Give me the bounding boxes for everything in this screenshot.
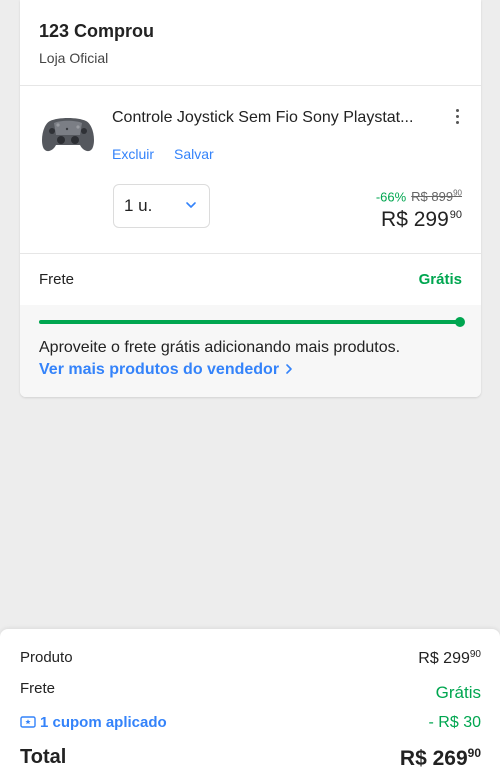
summary-shipping-label: Frete <box>20 680 56 697</box>
summary-product-label: Produto <box>20 649 73 666</box>
free-shipping-message: Aproveite o frete grátis adicionando mai… <box>39 339 401 356</box>
total-value: R$ 26990 <box>399 746 481 770</box>
coupon-link[interactable]: 1 cupom aplicado <box>20 714 167 731</box>
divider <box>20 85 481 86</box>
delete-button[interactable]: Excluir <box>112 146 154 162</box>
cart-card: 123 Comprou Loja Oficial Controle Joysti… <box>20 0 481 397</box>
product-image[interactable] <box>40 113 96 155</box>
free-shipping-banner: Aproveite o frete grátis adicionando mai… <box>20 305 481 397</box>
shipping-progress-bar <box>39 317 465 327</box>
price-discount-row: -66% R$ 89990 <box>376 189 462 204</box>
total-label: Total <box>20 746 67 768</box>
current-price: R$ 29990 <box>381 208 462 231</box>
quantity-select[interactable]: 1 u. <box>113 184 210 228</box>
seller-name[interactable]: 123 Comprou <box>39 21 154 42</box>
summary-product-value: R$ 29990 <box>418 649 481 667</box>
seller-header: 123 Comprou Loja Oficial <box>39 21 154 66</box>
shipping-value: Grátis <box>418 271 462 288</box>
shipping-progress-fill <box>39 320 461 324</box>
product-title[interactable]: Controle Joystick Sem Fio Sony Playstat.… <box>112 109 432 127</box>
quantity-value: 1 u. <box>124 196 153 215</box>
old-price: R$ 89990 <box>411 189 462 205</box>
coupon-ticket-icon <box>20 716 36 728</box>
kebab-menu-icon[interactable] <box>446 104 468 128</box>
save-button[interactable]: Salvar <box>174 146 214 162</box>
order-summary: Produto R$ 29990 Frete Grátis 1 cupom ap… <box>0 629 500 779</box>
chevron-down-icon <box>186 202 196 208</box>
summary-shipping-value: Grátis <box>435 683 481 702</box>
summary-coupon-value: - R$ 30 <box>428 714 481 731</box>
divider <box>20 253 481 254</box>
shipping-label: Frete <box>39 271 75 288</box>
chevron-right-icon <box>285 364 292 374</box>
more-seller-products-link[interactable]: Ver mais produtos do vendedor <box>39 361 294 379</box>
discount-badge: -66% <box>375 189 407 205</box>
seller-type: Loja Oficial <box>39 50 109 66</box>
progress-end-dot <box>455 317 465 327</box>
